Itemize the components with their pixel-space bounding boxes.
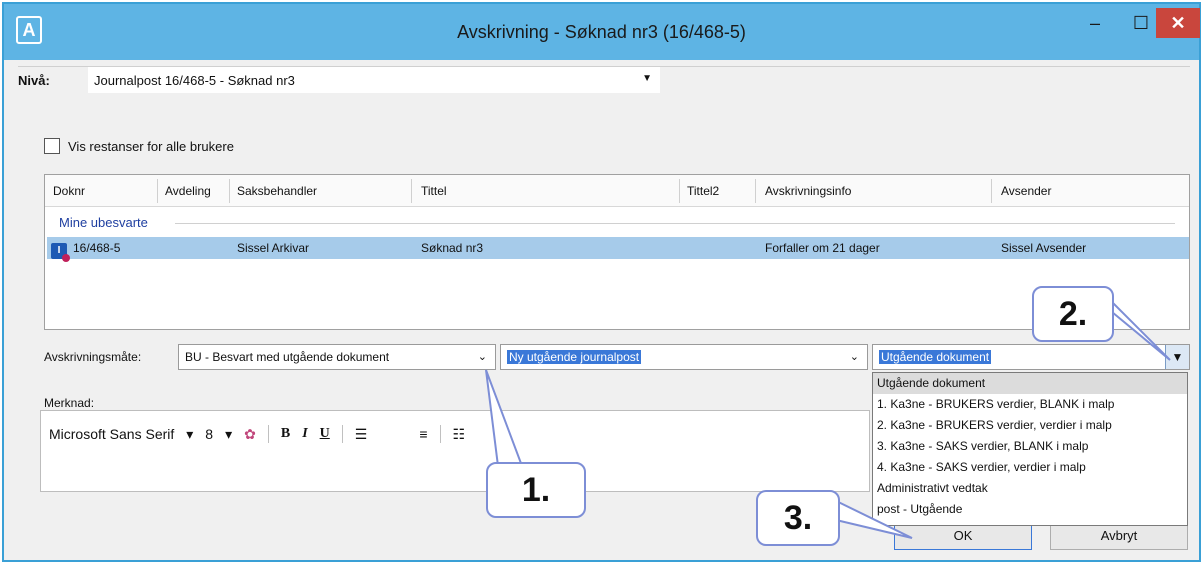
dropdown-toggle-button[interactable]: ▼ bbox=[1165, 345, 1189, 369]
cell-tittel: Søknad nr3 bbox=[421, 241, 484, 255]
callout-1: 1. bbox=[486, 462, 586, 518]
group-divider bbox=[175, 223, 1175, 224]
cell-doknr-text: 16/468-5 bbox=[73, 241, 121, 255]
column-header-avdeling[interactable]: Avdeling bbox=[165, 184, 211, 198]
font-size-chevron-icon[interactable]: ▾ bbox=[225, 426, 232, 443]
column-divider[interactable] bbox=[755, 179, 756, 203]
toolbar-divider bbox=[439, 425, 441, 443]
niva-select[interactable]: Journalpost 16/468-5 - Søknad nr3 ▼ bbox=[88, 67, 660, 93]
dropdown-option[interactable]: post - Utgående bbox=[873, 499, 1187, 520]
cell-avskrivningsinfo: Forfaller om 21 dager bbox=[765, 241, 880, 255]
color-picker-icon[interactable]: ✿ bbox=[244, 426, 256, 443]
dropdown-option[interactable]: Utgående dokument bbox=[873, 373, 1187, 394]
font-family-select[interactable]: Microsoft Sans Serif bbox=[49, 426, 174, 442]
show-all-users-option[interactable]: Vis restanser for alle brukere bbox=[44, 138, 234, 154]
callout-3: 3. bbox=[756, 490, 840, 546]
avskrivningsmate-select[interactable]: BU - Besvart med utgående dokument ⌄ bbox=[178, 344, 496, 370]
niva-bar: Nivå: Journalpost 16/468-5 - Søknad nr3 … bbox=[18, 66, 1190, 94]
journalpost-select[interactable]: Ny utgående journalpost ⌄ bbox=[500, 344, 868, 370]
column-header-avsender[interactable]: Avsender bbox=[1001, 184, 1051, 198]
toolbar-divider bbox=[341, 425, 343, 443]
dropdown-option[interactable]: Administrativt vedtak bbox=[873, 478, 1187, 499]
column-divider[interactable] bbox=[229, 179, 230, 203]
avskrivningsmate-label: Avskrivningsmåte: bbox=[44, 350, 142, 364]
toolbar-divider bbox=[267, 425, 269, 443]
journalpost-value: Ny utgående journalpost bbox=[507, 350, 642, 364]
editor-toolbar: Microsoft Sans Serif ▾ 8 ▾ ✿ B I U ☰ ≡ ☷ bbox=[49, 425, 465, 443]
chevron-down-icon: ⌄ bbox=[477, 351, 487, 363]
window-title: Avskrivning - Søknad nr3 (16/468-5) bbox=[457, 22, 746, 42]
avskrivningsmate-value: BU - Besvart med utgående dokument bbox=[185, 350, 390, 364]
callout-2: 2. bbox=[1032, 286, 1114, 342]
dropdown-option[interactable]: 1. Ka3ne - BRUKERS verdier, BLANK i malp bbox=[873, 394, 1187, 415]
cancel-button[interactable]: Avbryt bbox=[1050, 522, 1188, 550]
group-label[interactable]: Mine ubesvarte bbox=[59, 215, 148, 230]
grid-header: Doknr Avdeling Saksbehandler Tittel Titt… bbox=[45, 175, 1189, 207]
italic-button[interactable]: I bbox=[302, 426, 307, 442]
font-family-chevron-icon[interactable]: ▾ bbox=[186, 426, 193, 443]
column-divider[interactable] bbox=[411, 179, 412, 203]
document-select[interactable]: Utgående dokument ▼ bbox=[872, 344, 1190, 370]
bold-button[interactable]: B bbox=[281, 426, 290, 442]
bullet-list-icon[interactable]: ☷ bbox=[453, 426, 466, 443]
column-divider[interactable] bbox=[679, 179, 680, 203]
dropdown-option[interactable]: 3. Ka3ne - SAKS verdier, BLANK i malp bbox=[873, 436, 1187, 457]
chevron-down-icon: ⌄ bbox=[849, 351, 859, 363]
align-center-icon[interactable]: ≡ bbox=[419, 426, 427, 442]
ok-button[interactable]: OK bbox=[894, 522, 1032, 550]
font-size-select[interactable]: 8 bbox=[205, 426, 213, 442]
column-header-tittel2[interactable]: Tittel2 bbox=[687, 184, 719, 198]
document-value: Utgående dokument bbox=[879, 350, 992, 364]
restanse-grid: Doknr Avdeling Saksbehandler Tittel Titt… bbox=[44, 174, 1190, 330]
table-row[interactable]: I 16/468-5 Sissel Arkivar Søknad nr3 For… bbox=[47, 237, 1189, 262]
niva-label: Nivå: bbox=[18, 73, 50, 88]
align-left-icon[interactable]: ☰ bbox=[355, 426, 368, 443]
column-divider[interactable] bbox=[991, 179, 992, 203]
dialog-window: A Avskrivning - Søknad nr3 (16/468-5) – … bbox=[2, 2, 1201, 562]
document-dropdown-list: Utgående dokument 1. Ka3ne - BRUKERS ver… bbox=[872, 372, 1188, 526]
column-header-saksbehandler[interactable]: Saksbehandler bbox=[237, 184, 317, 198]
close-button[interactable]: ✕ bbox=[1156, 8, 1200, 38]
underline-button[interactable]: U bbox=[320, 426, 330, 442]
cell-avsender: Sissel Avsender bbox=[1001, 241, 1087, 255]
minimize-button[interactable]: – bbox=[1074, 8, 1116, 38]
dropdown-option[interactable]: 4. Ka3ne - SAKS verdier, verdier i malp bbox=[873, 457, 1187, 478]
show-all-users-label: Vis restanser for alle brukere bbox=[68, 138, 234, 154]
cell-saksbehandler: Sissel Arkivar bbox=[237, 241, 310, 255]
dropdown-option[interactable]: 2. Ka3ne - BRUKERS verdier, verdier i ma… bbox=[873, 415, 1187, 436]
chevron-down-icon: ▼ bbox=[642, 73, 652, 84]
show-all-users-checkbox[interactable] bbox=[44, 138, 60, 154]
column-header-avskrivningsinfo[interactable]: Avskrivningsinfo bbox=[765, 184, 851, 198]
column-header-tittel[interactable]: Tittel bbox=[421, 184, 447, 198]
journalpost-icon: I bbox=[51, 243, 70, 262]
niva-select-value: Journalpost 16/468-5 - Søknad nr3 bbox=[94, 73, 295, 88]
column-header-doknr[interactable]: Doknr bbox=[53, 184, 85, 198]
title-bar[interactable]: A Avskrivning - Søknad nr3 (16/468-5) – … bbox=[4, 4, 1200, 60]
column-divider[interactable] bbox=[157, 179, 158, 203]
merknad-label: Merknad: bbox=[44, 396, 95, 410]
cell-doknr: I 16/468-5 bbox=[51, 241, 151, 262]
merknad-editor[interactable]: Microsoft Sans Serif ▾ 8 ▾ ✿ B I U ☰ ≡ ☷ bbox=[40, 410, 870, 492]
